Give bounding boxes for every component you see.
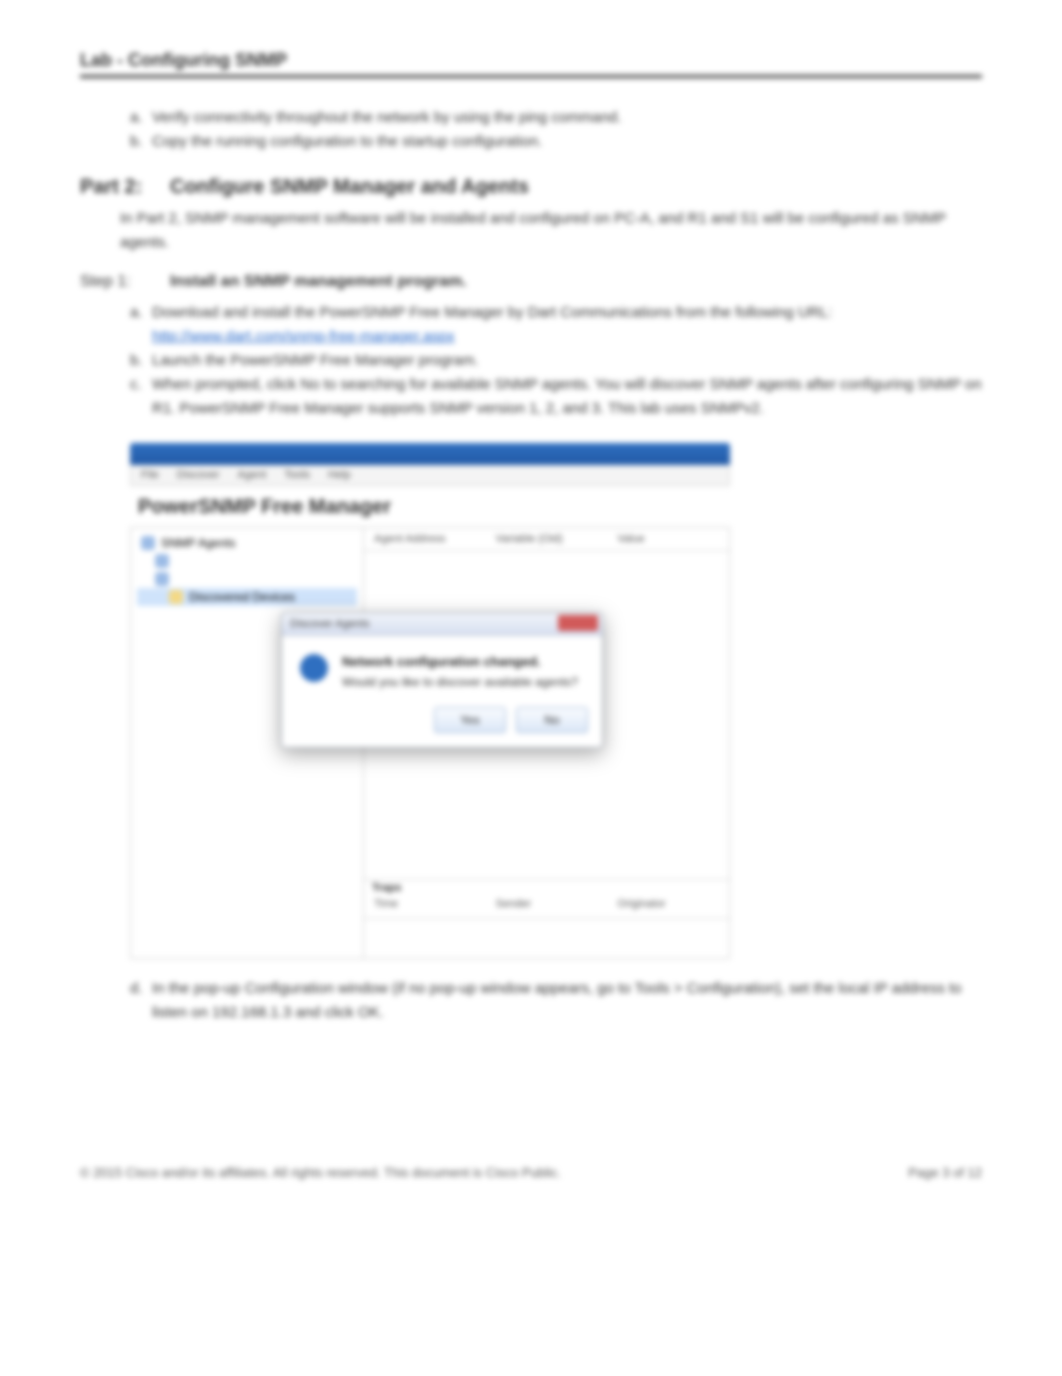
- folder-icon: [169, 590, 183, 604]
- step-item-a: Download and install the PowerSNMP Free …: [130, 301, 982, 349]
- menu-agent[interactable]: Agent: [238, 469, 267, 481]
- footer-right: Page 3 of 12: [908, 1165, 982, 1180]
- app-brand: PowerSNMP Free Manager: [130, 486, 730, 527]
- top-item-b: Copy the running configuration to the st…: [130, 130, 982, 154]
- dialog-title-text: Discover Agents: [290, 618, 369, 630]
- col-value: Value: [607, 533, 729, 545]
- app-menubar: File Discover Agent Tools Help: [130, 465, 730, 486]
- menu-tools[interactable]: Tools: [284, 469, 310, 481]
- top-item-a: Verify connectivity throughout the netwo…: [130, 106, 982, 130]
- step-title: Install an SNMP management program.: [170, 273, 467, 291]
- step-label: Step 1:: [80, 273, 150, 291]
- download-link[interactable]: http://www.dart.com/snmp-free-manager.as…: [152, 328, 455, 345]
- part-desc: In Part 2, SNMP management software will…: [120, 207, 982, 255]
- node-icon: [155, 572, 169, 586]
- footer-left: © 2015 Cisco and/or its affiliates. All …: [80, 1165, 561, 1180]
- bottom-header: Traps: [364, 880, 729, 896]
- part-title: Configure SNMP Manager and Agents: [170, 176, 529, 199]
- bcol-orig: Originator: [607, 896, 729, 918]
- app-screenshot: File Discover Agent Tools Help PowerSNMP…: [130, 443, 730, 959]
- col-agent: Agent Address: [364, 533, 486, 545]
- step-item-a-text: Download and install the PowerSNMP Free …: [152, 304, 832, 321]
- menu-help[interactable]: Help: [328, 469, 351, 481]
- no-button[interactable]: No: [516, 707, 588, 733]
- part-label: Part 2:: [80, 176, 150, 199]
- page-header-title: Lab - Configuring SNMP: [80, 50, 982, 75]
- dialog-line1: Network configuration changed.: [342, 654, 578, 669]
- computer-icon: [141, 536, 155, 550]
- discover-dialog: Discover Agents Network configuration ch…: [281, 612, 603, 748]
- step-item-d: In the pop-up Configuration window (if n…: [130, 977, 982, 1025]
- bcol-sender: Sender: [486, 896, 608, 918]
- yes-button[interactable]: Yes: [434, 707, 506, 733]
- menu-file[interactable]: File: [141, 469, 159, 481]
- menu-discover[interactable]: Discover: [177, 469, 220, 481]
- step-item-b: Launch the PowerSNMP Free Manager progra…: [130, 349, 982, 373]
- dialog-line2: Would you like to discover available age…: [342, 675, 578, 689]
- tree-root[interactable]: SNMP Agents: [161, 536, 235, 550]
- info-icon: [300, 654, 328, 682]
- col-variable: Variable (Oid): [486, 533, 608, 545]
- bcol-time: Time: [364, 896, 486, 918]
- close-icon[interactable]: [558, 615, 598, 631]
- tree-leaf[interactable]: Discovered Devices: [189, 590, 295, 604]
- node-icon: [155, 554, 169, 568]
- step-item-c: When prompted, click No to searching for…: [130, 373, 982, 421]
- app-titlebar: [130, 443, 730, 465]
